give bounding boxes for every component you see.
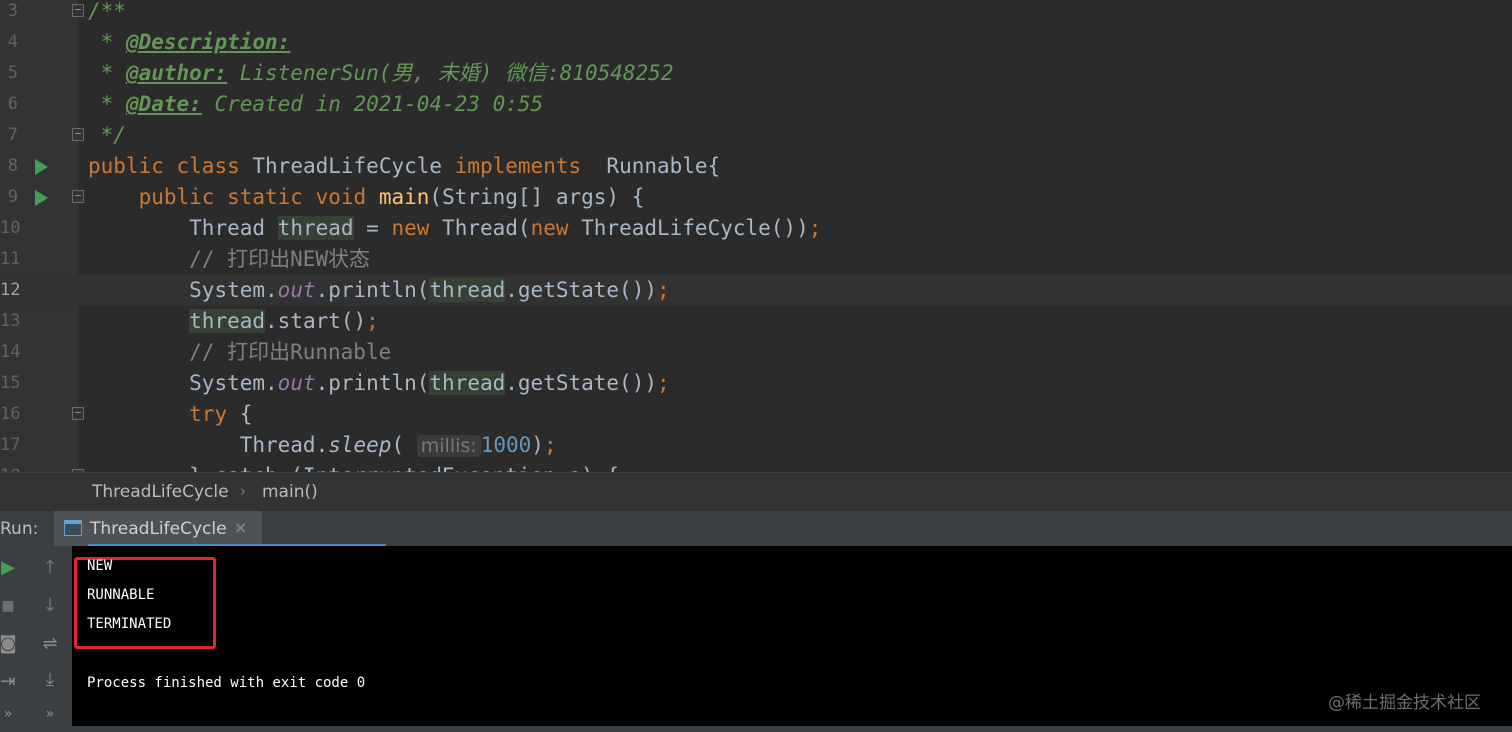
doc-comment-start: /**: [88, 0, 126, 23]
line-number: 9: [7, 187, 18, 207]
line-number: 13: [0, 311, 21, 331]
line-number: 15: [0, 373, 21, 393]
tab-run-config[interactable]: ThreadLifeCycle ×: [54, 511, 262, 547]
console-tab-icon: [64, 520, 82, 536]
code-line: 17 Thread.sleep( millis: 1000);: [0, 430, 1512, 461]
line-number: 3: [7, 1, 18, 21]
class-name: ThreadLifeCycle: [252, 154, 443, 178]
code-line: 7 */: [0, 120, 1512, 151]
date-text: Created in 2021-04-23 0:55: [201, 92, 544, 116]
output-line: TERMINATED: [87, 616, 172, 632]
code-line: 8 public class ThreadLifeCycle implement…: [0, 151, 1512, 182]
thread-variable: thread: [277, 216, 354, 240]
doc-tag-author: @author:: [125, 61, 228, 85]
console-output[interactable]: NEW RUNNABLE TERMINATED Process finished…: [72, 546, 1512, 732]
code-line: 11 // 打印出NEW状态: [0, 244, 1512, 275]
rerun-icon[interactable]: ▶: [0, 556, 20, 580]
code-line: 16 try {: [0, 399, 1512, 430]
camera-icon[interactable]: ◙: [0, 632, 20, 656]
line-number: 4: [7, 32, 18, 52]
more-icon[interactable]: »: [38, 702, 62, 726]
fold-icon[interactable]: [72, 190, 84, 203]
breadcrumb-method[interactable]: main(): [262, 482, 318, 502]
line-number: 11: [0, 249, 21, 269]
chevron-right-icon: ›: [240, 482, 246, 500]
run-toolbar: ▶ ■ ◙ ⇥ » ↑ ↓ ⇌ ⤓ »: [0, 546, 72, 732]
doc-tag-description: @Description:: [125, 30, 291, 54]
parameter-hint: millis:: [416, 435, 481, 457]
fold-icon[interactable]: [72, 128, 84, 141]
close-icon[interactable]: ×: [234, 518, 247, 537]
exit-icon[interactable]: ⇥: [0, 670, 20, 694]
code-line: 3 /**: [0, 0, 1512, 27]
author-text: ListenerSun(男, 未婚) 微信:810548252: [227, 61, 674, 85]
method-name: main: [378, 185, 430, 209]
arrow-down-icon[interactable]: ↓: [38, 594, 62, 618]
code-line: 10 Thread thread = new Thread(new Thread…: [0, 213, 1512, 244]
horizontal-scrollbar[interactable]: [0, 726, 1512, 732]
process-status: Process finished with exit code 0: [87, 675, 366, 691]
code-editor[interactable]: 3 /** 4 * @Description: 5 * @author: Lis…: [0, 0, 1512, 472]
fold-icon[interactable]: [72, 407, 84, 420]
run-main-icon[interactable]: [35, 190, 48, 206]
breadcrumb: ThreadLifeCycle › main(): [0, 472, 1512, 511]
output-line: RUNNABLE: [87, 587, 155, 603]
doc-comment-end: */: [88, 123, 126, 147]
line-number: 17: [0, 435, 21, 455]
doc-tag-date: @Date:: [125, 92, 202, 116]
breadcrumb-class[interactable]: ThreadLifeCycle: [92, 482, 229, 502]
code-line: 18 } catch (InterruptedException e) {: [0, 461, 1512, 472]
line-number: 16: [0, 404, 21, 424]
line-number: 5: [7, 63, 18, 83]
line-number: 14: [0, 342, 21, 362]
line-number: 12: [0, 280, 21, 300]
more-icon[interactable]: »: [0, 702, 20, 726]
code-line: 9 public static void main(String[] args)…: [0, 182, 1512, 213]
soft-wrap-icon[interactable]: ⇌: [38, 632, 62, 656]
stop-icon[interactable]: ■: [0, 594, 20, 618]
line-number: 7: [7, 125, 18, 145]
code-comment: // 打印出Runnable: [189, 340, 392, 364]
fold-icon[interactable]: [72, 4, 84, 17]
watermark: @稀土掘金技术社区: [1328, 693, 1481, 713]
code-line: 5 * @author: ListenerSun(男, 未婚) 微信:81054…: [0, 58, 1512, 89]
tab-label: ThreadLifeCycle: [90, 519, 227, 539]
code-line: 14 // 打印出Runnable: [0, 337, 1512, 368]
code-line: 15 System.out.println(thread.getState())…: [0, 368, 1512, 399]
code-line: 6 * @Date: Created in 2021-04-23 0:55: [0, 89, 1512, 120]
line-number: 18: [0, 461, 20, 472]
line-number: 6: [7, 94, 18, 114]
run-class-icon[interactable]: [35, 159, 48, 175]
run-label: Run:: [0, 519, 39, 539]
code-line-current: 12 System.out.println(thread.getState())…: [0, 275, 1512, 306]
code-comment: // 打印出NEW状态: [189, 247, 371, 271]
scroll-to-end-icon[interactable]: ⤓: [38, 668, 62, 692]
arrow-up-icon[interactable]: ↑: [38, 556, 62, 580]
code-line: 13 thread.start();: [0, 306, 1512, 337]
code-line: 4 * @Description:: [0, 27, 1512, 58]
run-tool-header: Run: ThreadLifeCycle ×: [0, 510, 1512, 547]
line-number: 8: [7, 156, 18, 176]
output-line: NEW: [87, 558, 113, 574]
line-number: 10: [0, 218, 21, 238]
